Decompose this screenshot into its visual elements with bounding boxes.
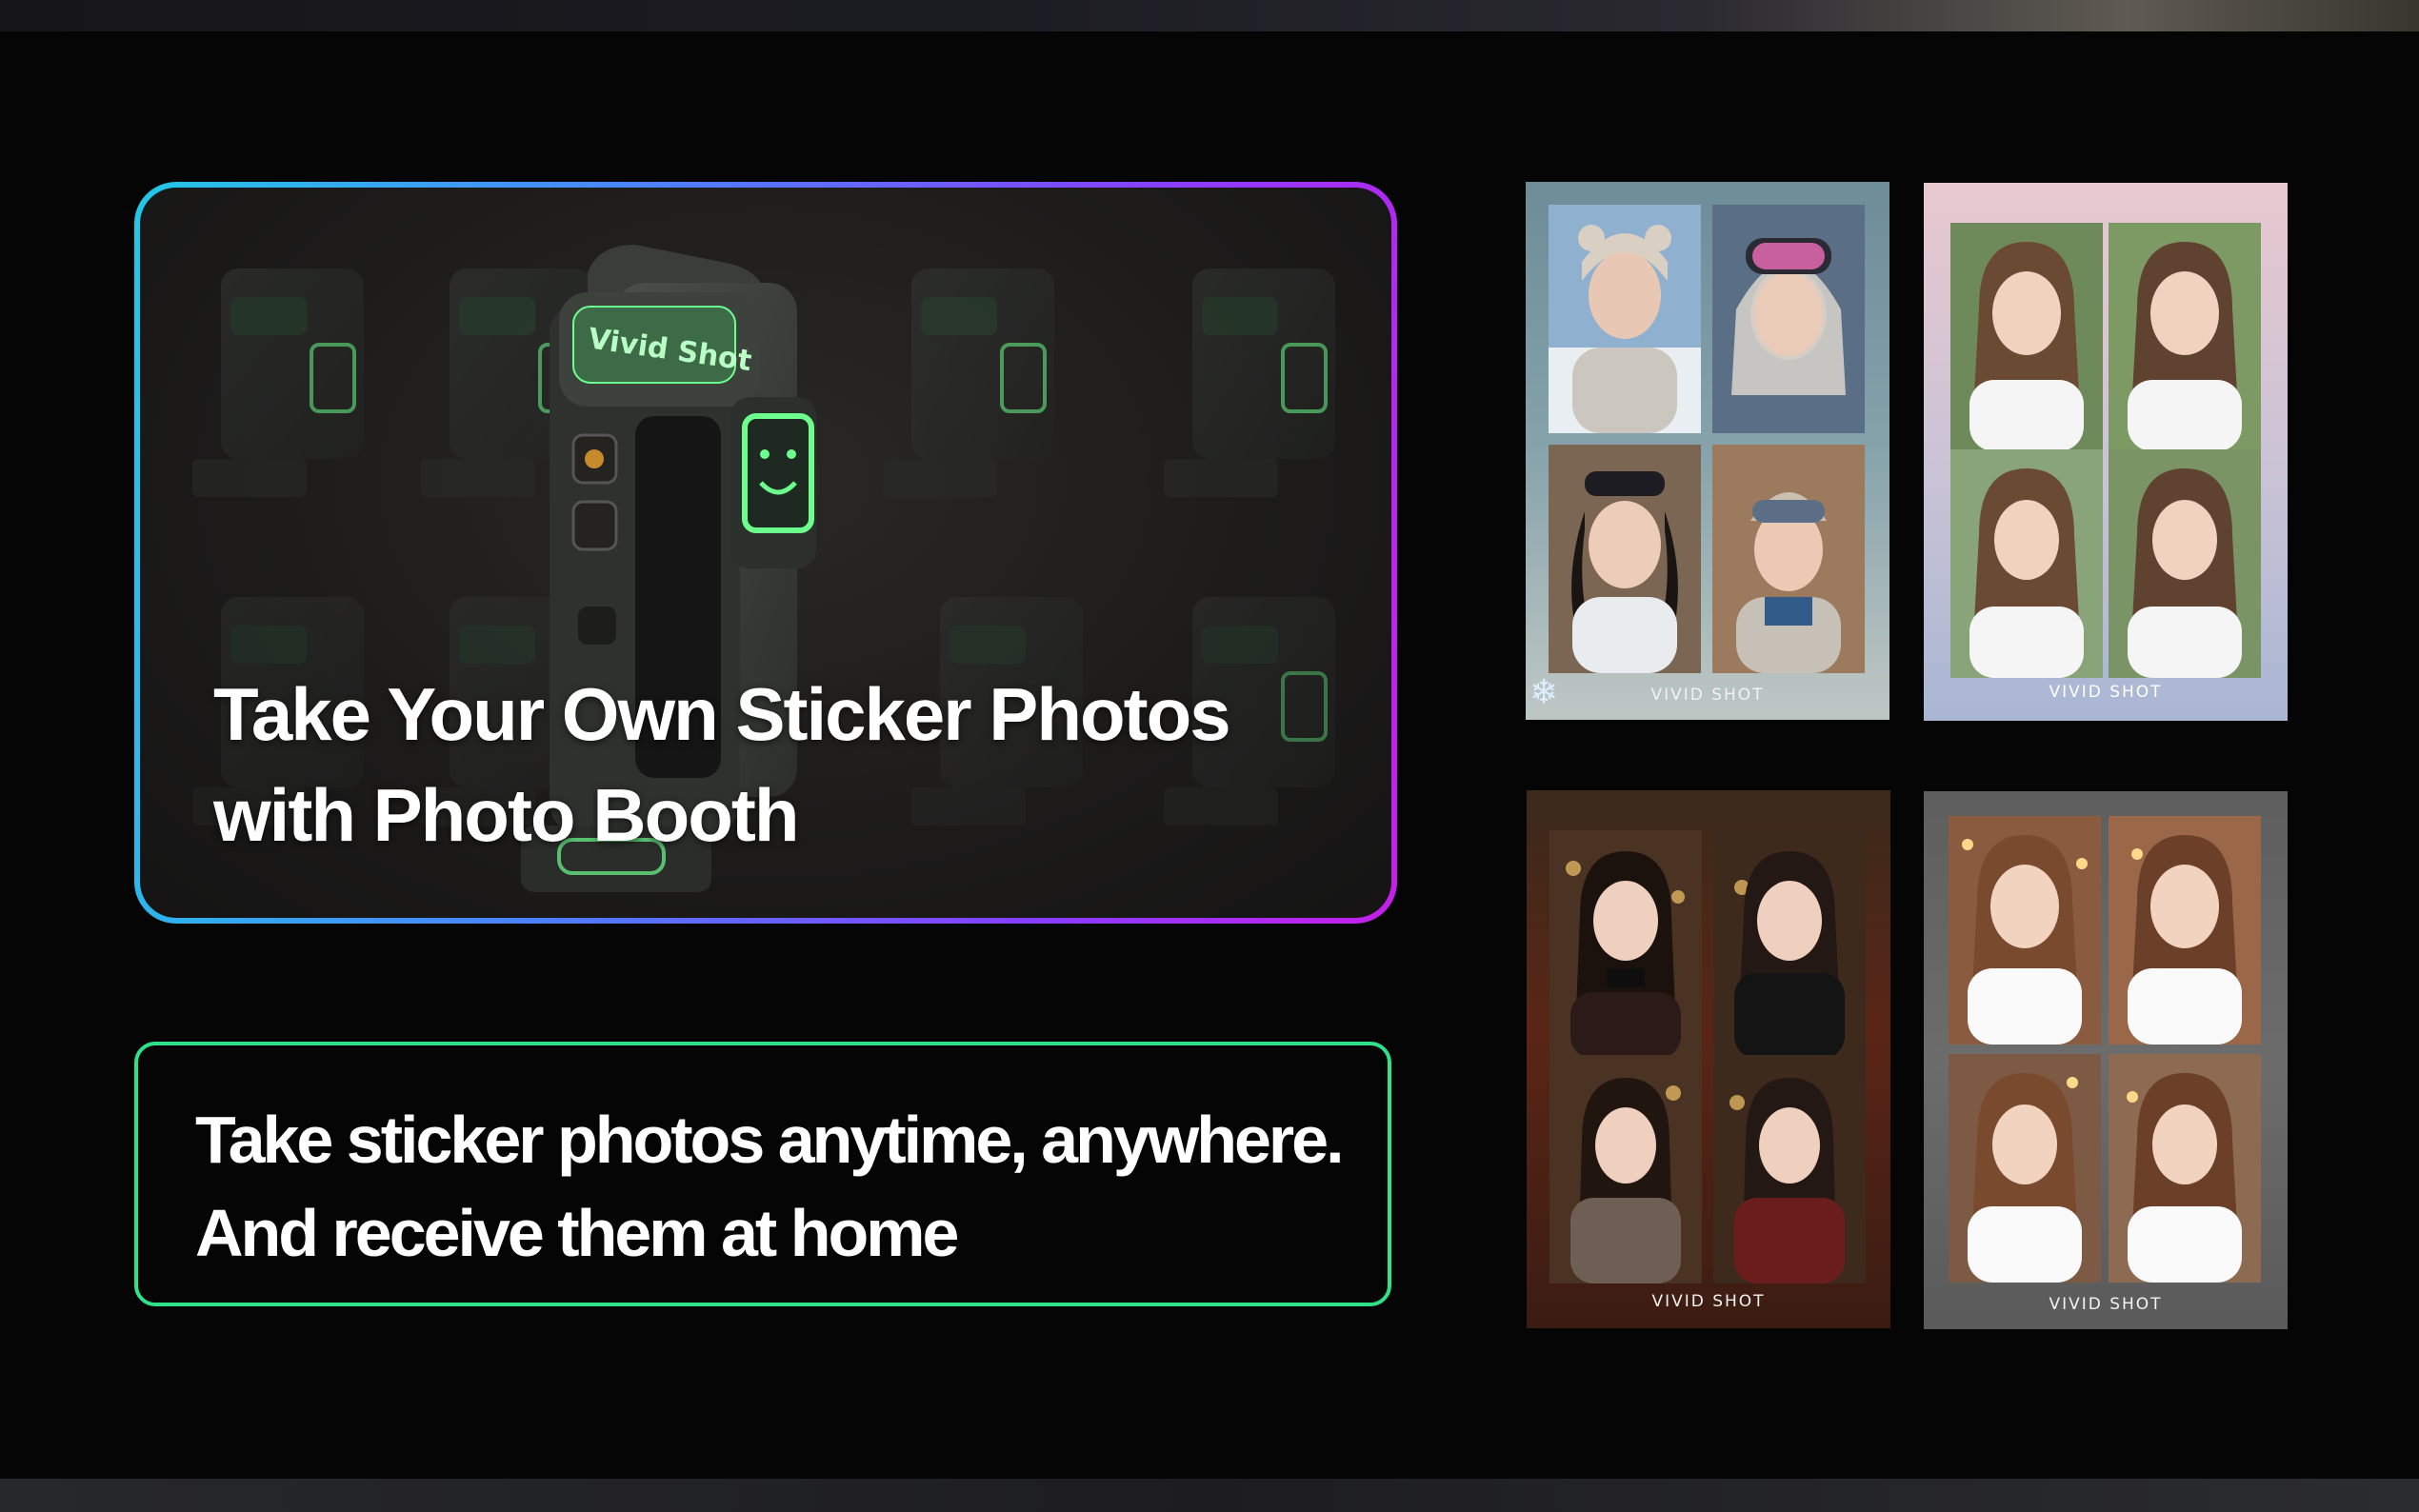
photo-portrait (1713, 830, 1866, 1059)
tagline-text: Take sticker photos anytime, anywhere. A… (195, 1093, 1386, 1280)
photo-portrait (1549, 445, 1701, 673)
brand-label: VIVID SHOT (2049, 683, 2163, 702)
bottom-strip (0, 1479, 2419, 1512)
photo-portrait (1949, 816, 2101, 1044)
photo-portrait (1949, 1054, 2101, 1283)
photo-portrait (1549, 1055, 1702, 1283)
photo-portrait (1549, 205, 1701, 433)
photo-portrait (2109, 816, 2261, 1044)
brand-label: VIVID SHOT (1651, 1292, 1766, 1311)
hero-title: Take Your Own Sticker Photos with Photo … (213, 664, 1309, 865)
brand-label: VIVID SHOT (1650, 686, 1765, 705)
photo-strip-carousel[interactable]: VIVID SHOT (1924, 791, 2288, 1329)
hero-title-line-1: Take Your Own Sticker Photos (213, 672, 1231, 756)
brand-label: VIVID SHOT (2049, 1295, 2163, 1314)
photo-portrait (2109, 449, 2261, 678)
photo-strip-winter[interactable]: ❄ VIVID SHOT (1526, 182, 1889, 720)
photo-portrait (1713, 1055, 1866, 1283)
hero-card[interactable]: Vivid Shot Take Your Own Sticker Photos … (134, 182, 1397, 924)
hero-title-line-2: with Photo Booth (213, 773, 799, 857)
photo-strip-christmas[interactable]: VIVID SHOT (1527, 790, 1890, 1328)
top-strip (0, 0, 2419, 31)
hero-card-inner: Vivid Shot Take Your Own Sticker Photos … (140, 188, 1391, 918)
photo-portrait (1549, 830, 1702, 1059)
photo-portrait (1712, 205, 1865, 433)
photo-portrait (1950, 449, 2103, 678)
photo-portrait (2109, 223, 2261, 451)
photo-strip-park[interactable]: VIVID SHOT (1924, 183, 2288, 721)
tagline-card[interactable]: Take sticker photos anytime, anywhere. A… (134, 1042, 1391, 1306)
tagline-line-2: And receive them at home (195, 1196, 959, 1270)
tagline-line-1: Take sticker photos anytime, anywhere. (195, 1103, 1345, 1177)
photo-portrait (1712, 445, 1865, 673)
photo-portrait (1950, 223, 2103, 451)
photo-portrait (2109, 1054, 2261, 1283)
